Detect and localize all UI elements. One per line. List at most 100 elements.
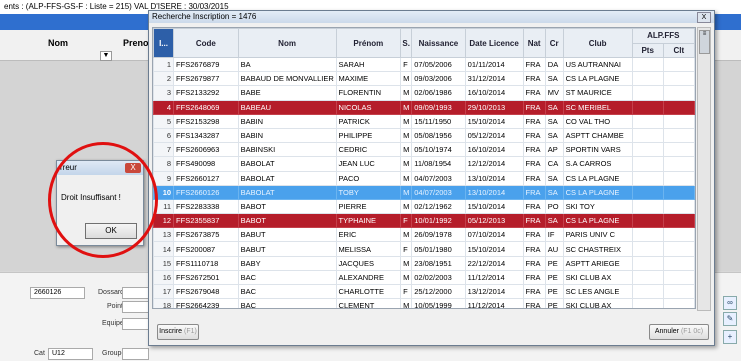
cell-club: CS LA PLAGNE: [562, 213, 633, 229]
column-header-code[interactable]: Code: [173, 28, 239, 58]
cell-clt: [662, 56, 695, 73]
cell-clt: [662, 198, 695, 215]
table-row[interactable]: 8 FFS490098 BABOLAT JEAN LUC M 11/08/1954 12/1…: [153, 156, 695, 172]
table-row[interactable]: 14 FFS200087 BABUT MELISSA F 05/01/1980 15/10/…: [153, 241, 695, 257]
table-row[interactable]: 16 FFS2672501 BAC ALEXANDRE M 02/02/2003 11/12…: [153, 269, 695, 286]
column-header-index[interactable]: I...: [153, 28, 175, 58]
table-body: 1 FFS2676879 BA SARAH F 07/05/2006 01/11/2014 F…: [153, 56, 695, 308]
cell-index: 14: [153, 241, 175, 257]
table-row[interactable]: 6 FFS1343287 BABIN PHILIPPE M 05/08/1956 05/12…: [153, 127, 695, 144]
cell-code: FFS490098: [173, 156, 239, 172]
cell-code: FFS2672501: [173, 269, 239, 286]
annuler-shortcut: (F1 0c): [680, 328, 704, 335]
cell-pts: [631, 142, 664, 158]
column-header-cr[interactable]: Cr: [544, 28, 564, 58]
cell-code: FFS2606963: [173, 142, 239, 158]
table-row[interactable]: 2 FFS2679877 BABAUD DE MONVALLIER MAXIME M 09…: [153, 71, 695, 87]
cell-cr: MV: [544, 85, 564, 101]
cell-nat: FRA: [522, 71, 546, 87]
column-header-nat[interactable]: Nat: [522, 28, 546, 58]
table-row[interactable]: 7 FFS2606963 BABINSKI CEDRIC M 05/10/1974 16/1…: [153, 142, 695, 158]
cell-pts: [631, 85, 664, 101]
scrollbar-thumb[interactable]: ≡: [699, 30, 710, 54]
column-header-clt[interactable]: Clt: [662, 42, 695, 58]
point-field[interactable]: [122, 301, 149, 313]
edit-icon[interactable]: ✎: [723, 312, 737, 326]
dossard-field[interactable]: [122, 287, 149, 299]
cell-pts: [631, 241, 664, 257]
cell-cr: PE: [544, 255, 564, 271]
cell-sexe: M: [400, 269, 413, 286]
cell-club: CS LA PLAGNE: [562, 71, 633, 87]
column-header-nom[interactable]: Nom: [48, 38, 68, 48]
cell-club: SC MERIBEL: [562, 99, 633, 115]
ok-button[interactable]: OK: [85, 223, 137, 239]
cell-pts: [631, 170, 664, 186]
error-close-button[interactable]: X: [125, 163, 141, 173]
cell-prenom: ALEXANDRE: [335, 269, 402, 286]
table-row[interactable]: 17 FFS2679048 BAC CHARLOTTE F 25/12/2000 13/12…: [153, 283, 695, 300]
column-header-pts[interactable]: Pts: [631, 42, 664, 58]
table-row[interactable]: 10 FFS2660126 BABOLAT TOBY M 04/07/2003 13/10/…: [153, 184, 695, 200]
annuler-button[interactable]: Annuler (F1 0c): [649, 324, 709, 340]
cell-prenom: ERIC: [335, 227, 402, 243]
inscrire-button[interactable]: Inscrire (F1): [157, 324, 199, 340]
equipe-field[interactable]: [122, 318, 149, 330]
cell-cr: AU: [544, 241, 564, 257]
table-row[interactable]: 3 FFS2133292 BABE FLORENTIN M 02/06/1986 16/10…: [153, 85, 695, 101]
table-header-row: I... Code Nom Prénom S. Naissance Date L…: [153, 28, 695, 58]
binoculars-icon[interactable]: ∞: [723, 296, 737, 310]
cell-sexe: M: [400, 99, 413, 115]
dialog-close-button[interactable]: X: [697, 12, 711, 23]
cell-sexe: M: [400, 85, 413, 101]
cell-index: 8: [153, 156, 175, 172]
column-header-club[interactable]: Club: [562, 28, 633, 58]
cell-sexe: M: [400, 71, 413, 87]
cell-club: CO VAL THO: [562, 113, 633, 129]
column-header-nom[interactable]: Nom: [237, 28, 337, 58]
cell-prenom: CLEMENT: [335, 298, 402, 308]
table-row[interactable]: 4 FFS2648069 BABEAU NICOLAS M 09/09/1993 29/10…: [153, 99, 695, 115]
cell-pts: [631, 213, 664, 229]
cell-index: 10: [153, 184, 175, 200]
groupe-field[interactable]: [122, 348, 149, 360]
cat-select[interactable]: U12: [48, 348, 93, 360]
add-icon[interactable]: +: [723, 330, 737, 344]
cell-sexe: F: [400, 241, 413, 257]
table-row[interactable]: 9 FFS2660127 BABOLAT PACO M 04/07/2003 13/10/2…: [153, 170, 695, 186]
table-row[interactable]: 5 FFS2153298 BABIN PATRICK M 15/11/1950 15/10/…: [153, 113, 695, 129]
cell-naissance: 25/12/2000: [411, 283, 466, 300]
cell-cr: SA: [544, 71, 564, 87]
table-row[interactable]: 12 FFS2355837 BABOT TYPHAINE F 10/01/1992 05/1…: [153, 213, 695, 229]
cell-naissance: 23/08/1951: [411, 255, 466, 271]
results-table: I... Code Nom Prénom S. Naissance Date L…: [152, 27, 696, 309]
cell-clt: [662, 269, 695, 286]
vertical-scrollbar[interactable]: ≡: [697, 27, 711, 311]
column-header-sexe[interactable]: S.: [400, 28, 413, 58]
column-header-date-licence[interactable]: Date Licence: [464, 28, 524, 58]
cell-index: 13: [153, 227, 175, 243]
cell-code: FFS2664239: [173, 298, 239, 308]
table-row[interactable]: 11 FFS2283338 BABOT PIERRE M 02/12/1962 15/10/…: [153, 198, 695, 215]
cell-naissance: 02/12/1962: [411, 198, 466, 215]
column-filter-dropdown[interactable]: ▼: [100, 51, 112, 61]
cell-date-licence: 16/10/2014: [464, 142, 524, 158]
cell-clt: [662, 142, 695, 158]
cell-sexe: F: [400, 213, 413, 229]
table-row[interactable]: 1 FFS2676879 BA SARAH F 07/05/2006 01/11/2014 F…: [153, 56, 695, 73]
cell-pts: [631, 113, 664, 129]
cell-clt: [662, 170, 695, 186]
table-row[interactable]: 18 FFS2664239 BAC CLEMENT M 10/05/1999 11/12/2…: [153, 298, 695, 308]
cell-clt: [662, 127, 695, 144]
cell-nat: FRA: [522, 269, 546, 286]
column-header-prenom[interactable]: Prénom: [335, 28, 402, 58]
cell-nom: BAC: [237, 298, 337, 308]
table-row[interactable]: 13 FFS2673875 BABUT ERIC M 26/09/1978 07/10/20…: [153, 227, 695, 243]
cell-naissance: 09/03/2006: [411, 71, 466, 87]
column-group-alp-ffs: ALP.FFS: [631, 28, 695, 44]
cell-club: S.A CARROS: [562, 156, 633, 172]
table-row[interactable]: 15 FFS1110718 BABY JACQUES M 23/08/1951 22/12/…: [153, 255, 695, 271]
column-header-naissance[interactable]: Naissance: [411, 28, 466, 58]
cell-cr: SA: [544, 213, 564, 229]
dossard-input[interactable]: 2660126: [30, 287, 85, 299]
